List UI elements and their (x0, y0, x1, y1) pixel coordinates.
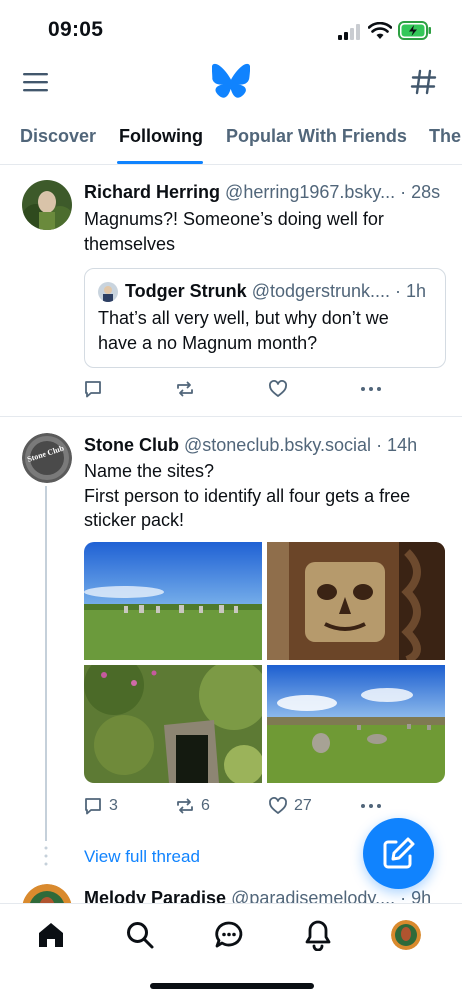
avatar[interactable]: Stone Club (22, 433, 72, 483)
post-header: Richard Herring @herring1967.bsky... · 2… (84, 182, 444, 203)
post-image-stone-entrance[interactable] (84, 665, 262, 783)
repost-count: 6 (201, 797, 210, 814)
reply-icon (85, 381, 101, 398)
post-image-moorland-stones[interactable] (267, 665, 445, 783)
profile-avatar[interactable] (391, 920, 421, 950)
reply-button[interactable]: 3 (83, 796, 118, 816)
compose-button[interactable] (363, 818, 434, 889)
quote-avatar (98, 282, 118, 302)
repost-button[interactable]: 6 (175, 796, 210, 816)
like-button[interactable]: 27 (268, 796, 312, 816)
search-icon[interactable] (125, 920, 155, 950)
post-text: Name the sites? First person to identify… (84, 461, 411, 530)
post-text: Magnums?! Someone’s doing well for thems… (84, 209, 384, 254)
quote-header: Todger Strunk @todgerstrunk.... · 1h (125, 281, 435, 302)
reply-count: 3 (109, 797, 118, 814)
menu-icon[interactable] (22, 70, 50, 94)
display-name[interactable]: Richard Herring (84, 182, 220, 202)
avatar[interactable] (22, 180, 72, 230)
repost-icon (177, 798, 193, 814)
repost-button[interactable] (175, 379, 195, 399)
view-full-thread-link[interactable]: View full thread (84, 847, 200, 867)
active-tab-indicator (117, 161, 203, 164)
post-header: Stone Club @stoneclub.bsky.social · 14h (84, 435, 444, 456)
repost-icon (177, 381, 193, 397)
heart-icon (269, 797, 287, 814)
display-name[interactable]: Stone Club (84, 435, 179, 455)
quote-text: That’s all very well, but why don’t we h… (98, 308, 389, 353)
thread-line (45, 486, 47, 841)
home-icon[interactable] (36, 920, 66, 950)
post-time: · 14h (376, 435, 418, 455)
chat-icon[interactable] (214, 920, 244, 950)
reply-button[interactable] (83, 379, 103, 399)
ellipsis-icon (361, 387, 381, 391)
status-time: 09:05 (48, 18, 104, 41)
hash-icon[interactable] (410, 68, 438, 96)
tab-discover[interactable]: Discover (20, 126, 96, 147)
compose-icon (383, 837, 415, 869)
heart-icon (269, 380, 287, 397)
like-count: 27 (294, 797, 312, 814)
butterfly-logo-icon[interactable] (212, 63, 250, 99)
like-button[interactable] (268, 379, 288, 399)
battery-charging-icon (398, 21, 431, 40)
home-indicator (150, 983, 314, 989)
reply-icon (85, 798, 101, 815)
tab-popular-with-friends[interactable]: Popular With Friends (226, 126, 407, 147)
handle[interactable]: @stoneclub.bsky.social (184, 435, 371, 455)
feed-tabs: Discover Following Popular With Friends … (0, 118, 462, 165)
more-options-button[interactable] (360, 796, 382, 816)
thread-dots (44, 846, 48, 866)
quote-handle: @todgerstrunk.... (251, 281, 391, 301)
more-options-button[interactable] (360, 379, 382, 399)
quote-display-name: Todger Strunk (125, 281, 247, 301)
cellular-signal-icon (338, 24, 360, 40)
quote-time: · 1h (395, 281, 427, 301)
tab-the[interactable]: The (429, 126, 461, 147)
post-time: · 28s (400, 182, 441, 202)
ellipsis-icon (361, 804, 381, 808)
tab-following[interactable]: Following (119, 126, 203, 147)
post-divider (0, 416, 462, 417)
handle[interactable]: @herring1967.bsky... (225, 182, 395, 202)
post-image-carved-face[interactable] (267, 542, 445, 660)
post-image-stone-circle[interactable] (84, 542, 262, 660)
bell-icon[interactable] (303, 919, 333, 951)
wifi-icon (368, 22, 392, 39)
